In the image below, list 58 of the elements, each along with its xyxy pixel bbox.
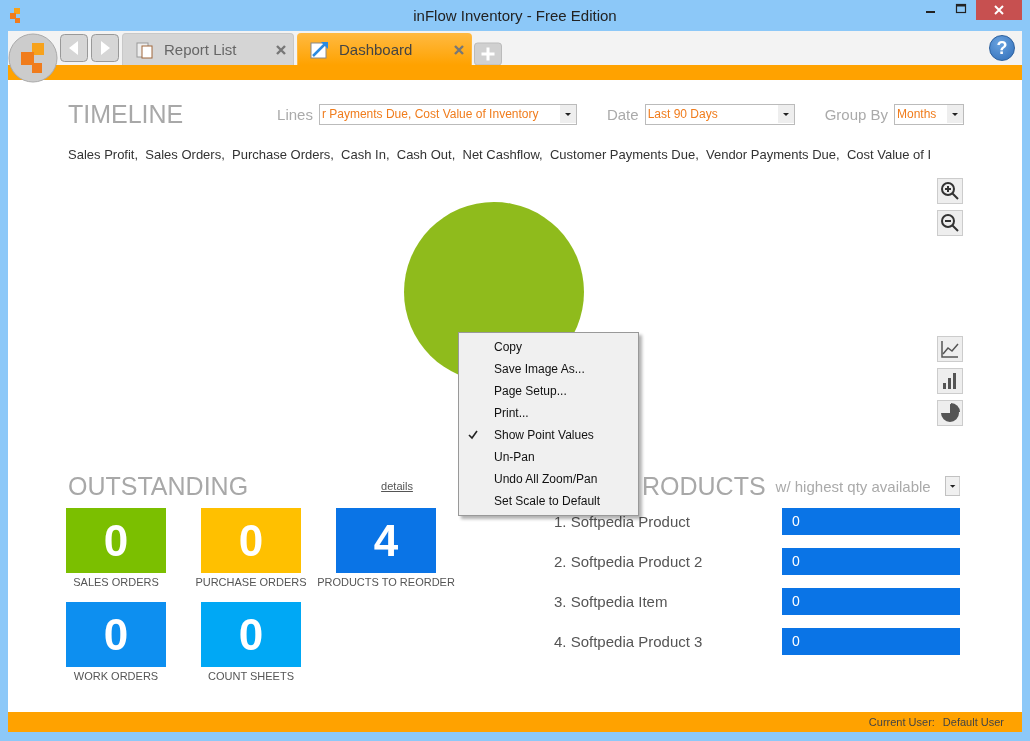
- menu-item[interactable]: Print...: [494, 406, 529, 420]
- menu-item[interactable]: Set Scale to Default: [494, 494, 601, 508]
- caret-icon: [559, 105, 576, 123]
- status-label: Current User:: [868, 716, 935, 728]
- caret-icon: [777, 105, 794, 123]
- product-name: 3. Softpedia Item: [554, 592, 669, 610]
- close-tab-icon[interactable]: [453, 43, 465, 56]
- menu-item[interactable]: Copy: [494, 340, 522, 354]
- menu-item[interactable]: Show Point Values: [494, 428, 594, 442]
- filter-label: Lines: [277, 105, 313, 123]
- tile-label: WORK ORDERS: [73, 670, 159, 683]
- section-title: OUTSTANDING: [68, 471, 249, 501]
- chart-legend: Sales Profit, Sales Orders, Purchase Orders, Cash In, Cash Out, Net Cashflow, Customer Payments Due, Vendor Payments Due, Cost Value of I: [68, 147, 962, 162]
- dropdown-button[interactable]: [944, 475, 960, 497]
- zoom-out-icon[interactable]: [937, 210, 963, 236]
- current-user: Default User: [942, 716, 1004, 728]
- count-tile[interactable]: 0: [66, 602, 166, 667]
- menu-item[interactable]: Page Setup...: [494, 384, 567, 398]
- dropdown[interactable]: Months: [894, 103, 964, 125]
- section-subtitle: w/ highest qty available: [775, 477, 931, 495]
- forward-button[interactable]: [91, 34, 119, 62]
- app-menu-button[interactable]: [8, 33, 58, 83]
- quantity-bar: 0: [782, 587, 960, 615]
- tab[interactable]: Dashboard: [297, 33, 472, 65]
- pie-chart-icon[interactable]: [937, 400, 963, 426]
- section-title: RODUCTS: [642, 471, 766, 501]
- document-icon: [135, 39, 155, 60]
- filter-label: Group By: [824, 105, 888, 123]
- menu-item[interactable]: Undo All Zoom/Pan: [494, 472, 598, 486]
- details-link[interactable]: details: [381, 480, 413, 492]
- tile-label: PURCHASE ORDERS: [195, 576, 307, 589]
- count-tile[interactable]: 4: [336, 508, 436, 573]
- dropdown[interactable]: Last 90 Days: [644, 103, 795, 125]
- back-button[interactable]: [60, 34, 88, 62]
- window-title: inFlow Inventory - Free Edition: [413, 7, 617, 24]
- section-title: TIMELINE: [68, 99, 184, 129]
- bar-chart-icon[interactable]: [937, 368, 963, 394]
- tile-label: PRODUCTS TO REORDER: [317, 576, 455, 589]
- quantity-bar: 0: [782, 547, 960, 575]
- tile-label: COUNT SHEETS: [208, 670, 294, 683]
- close-tab-icon[interactable]: [275, 43, 287, 56]
- menu-item[interactable]: Un-Pan: [494, 450, 535, 464]
- filter-label: Date: [606, 105, 639, 123]
- caret-icon: [947, 105, 963, 123]
- product-name: 2. Softpedia Product 2: [554, 552, 704, 570]
- close-button[interactable]: [976, 0, 1022, 20]
- product-name: 1. Softpedia Product: [554, 512, 691, 530]
- quantity-bar: 0: [782, 507, 960, 535]
- help-button[interactable]: ?: [989, 35, 1015, 61]
- tab[interactable]: Report List: [122, 33, 294, 65]
- menu-item[interactable]: Save Image As...: [494, 362, 585, 376]
- product-name: 4. Softpedia Product 3: [554, 632, 704, 650]
- dropdown[interactable]: r Payments Due, Cost Value of Inventory: [318, 103, 577, 125]
- line-chart-icon[interactable]: [937, 336, 963, 362]
- tile-label: SALES ORDERS: [73, 576, 159, 589]
- quantity-bar: 0: [782, 627, 960, 655]
- zoom-in-icon[interactable]: [937, 178, 963, 204]
- chart-arrow-icon: [310, 39, 330, 60]
